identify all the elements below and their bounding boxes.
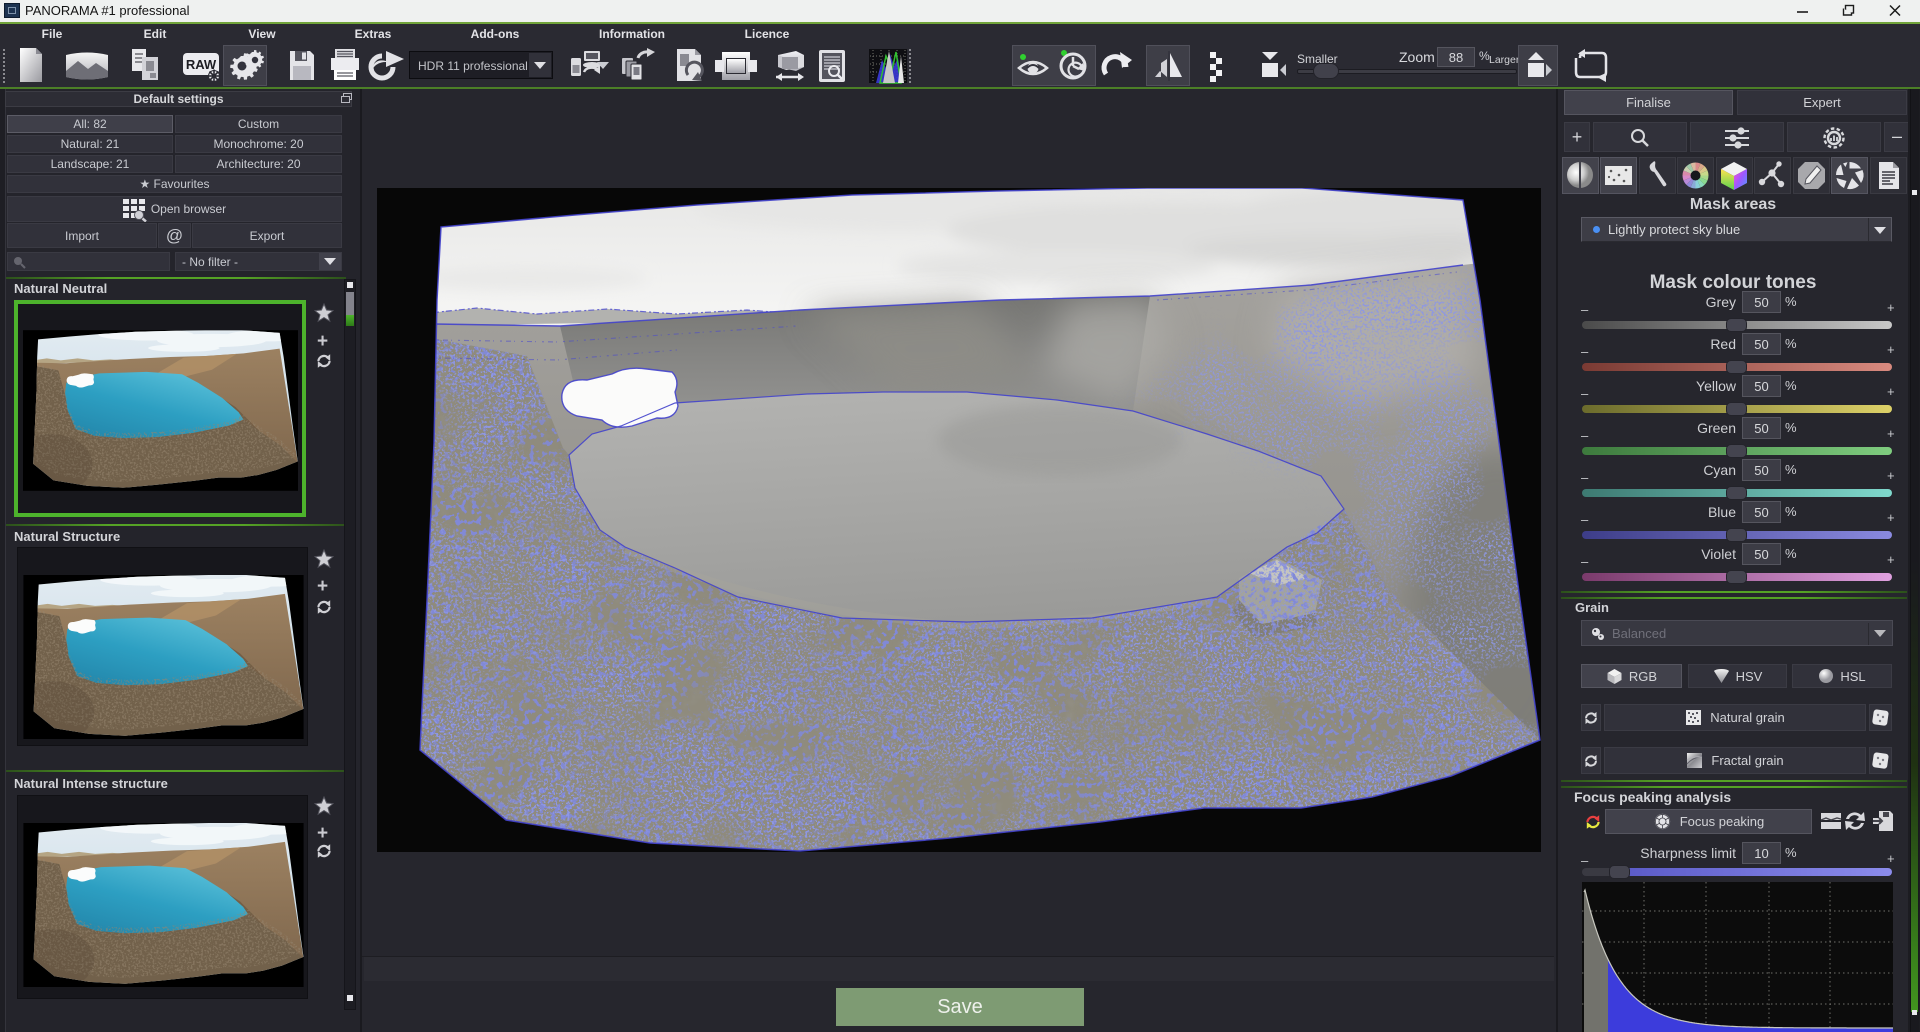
svg-text:RAW: RAW: [186, 57, 217, 72]
